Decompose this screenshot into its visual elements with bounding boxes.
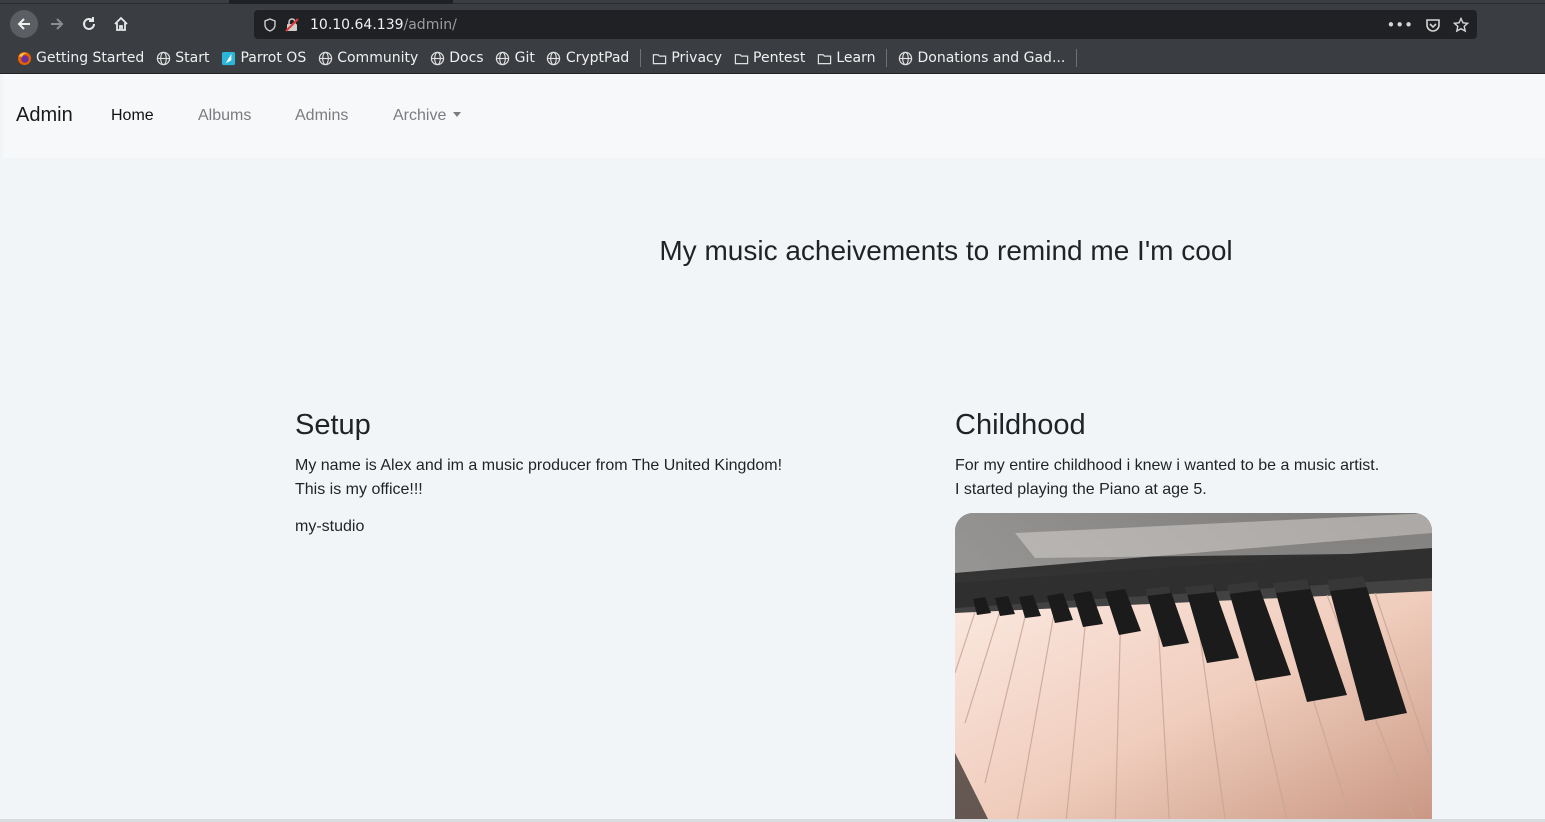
page-viewport: Admin Home Albums Admins Archive My musi… <box>3 74 1545 820</box>
nav-archive-dropdown[interactable]: Archive <box>393 107 462 125</box>
setup-text-line-1: My name is Alex and im a music producer … <box>295 457 783 474</box>
bookmarks-toolbar: Getting Started Start Parrot OS Communit… <box>0 45 1545 71</box>
bookmark-folder-learn[interactable]: Learn <box>816 50 875 66</box>
bookmark-community[interactable]: Community <box>317 50 418 66</box>
navbar-brand[interactable]: Admin <box>16 104 73 127</box>
nav-admins[interactable]: Admins <box>295 107 348 125</box>
folder-icon <box>651 50 667 66</box>
arrow-left-icon <box>17 18 30 30</box>
home-button[interactable] <box>107 10 135 38</box>
bookmark-git[interactable]: Git <box>495 50 535 66</box>
site-navbar: Admin Home Albums Admins Archive <box>3 74 1545 158</box>
setup-heading: Setup <box>295 409 371 441</box>
bookmark-parrot-os[interactable]: Parrot OS <box>220 50 306 66</box>
bookmark-separator <box>886 49 888 67</box>
home-icon <box>114 16 128 31</box>
bookmark-star-icon[interactable] <box>1453 16 1469 33</box>
bookmark-docs[interactable]: Docs <box>429 50 484 66</box>
arrow-right-icon <box>51 18 64 30</box>
bookmark-separator <box>640 49 642 67</box>
reload-icon <box>83 17 95 30</box>
bookmark-getting-started[interactable]: Getting Started <box>16 50 144 66</box>
bookmark-folder-privacy[interactable]: Privacy <box>651 50 722 66</box>
firefox-icon <box>16 50 32 66</box>
nav-home[interactable]: Home <box>111 107 154 125</box>
bookmark-folder-pentest[interactable]: Pentest <box>733 50 805 66</box>
globe-icon <box>155 50 171 66</box>
nav-archive-label: Archive <box>393 107 447 124</box>
caret-down-icon <box>453 112 462 117</box>
childhood-section: Childhood For my entire childhood i knew… <box>955 409 1435 502</box>
bookmark-start[interactable]: Start <box>155 50 209 66</box>
globe-icon <box>495 50 511 66</box>
hero-title: My music acheivements to remind me I'm c… <box>659 235 1233 266</box>
piano-image <box>955 513 1432 820</box>
page-actions-icon[interactable]: ••• <box>1386 16 1413 34</box>
parrot-icon <box>220 50 236 66</box>
childhood-text-line-1: For my entire childhood i knew i wanted … <box>955 457 1380 474</box>
globe-icon <box>429 50 445 66</box>
forward-button[interactable] <box>43 10 71 38</box>
studio-image-alt: my-studio <box>295 518 365 535</box>
childhood-text-line-2: I started playing the Piano at age 5. <box>955 481 1207 498</box>
browser-chrome: 10.10.64.139/admin/ ••• Getting Started … <box>0 0 1545 74</box>
globe-icon <box>897 50 913 66</box>
setup-text-line-2: This is my office!!! <box>295 481 423 498</box>
childhood-heading: Childhood <box>955 409 1086 441</box>
back-button[interactable] <box>10 10 38 38</box>
shield-icon[interactable] <box>262 17 278 33</box>
url-host: 10.10.64.139 <box>310 16 404 33</box>
url-text[interactable]: 10.10.64.139/admin/ <box>310 17 457 33</box>
globe-icon <box>546 50 562 66</box>
insecure-lock-icon[interactable] <box>284 17 300 33</box>
active-tab-indicator[interactable] <box>229 0 453 4</box>
setup-section: Setup My name is Alex and im a music pro… <box>295 409 855 536</box>
reload-button[interactable] <box>75 10 103 38</box>
bookmark-cryptpad[interactable]: CryptPad <box>546 50 629 66</box>
bookmark-donations[interactable]: Donations and Gad... <box>897 50 1065 66</box>
address-bar[interactable]: 10.10.64.139/admin/ ••• <box>254 10 1477 39</box>
pocket-icon[interactable] <box>1425 17 1441 33</box>
nav-albums[interactable]: Albums <box>198 107 251 125</box>
url-path: /admin/ <box>403 16 457 33</box>
globe-icon <box>317 50 333 66</box>
bookmark-separator <box>1076 49 1078 67</box>
folder-icon <box>816 50 832 66</box>
folder-icon <box>733 50 749 66</box>
